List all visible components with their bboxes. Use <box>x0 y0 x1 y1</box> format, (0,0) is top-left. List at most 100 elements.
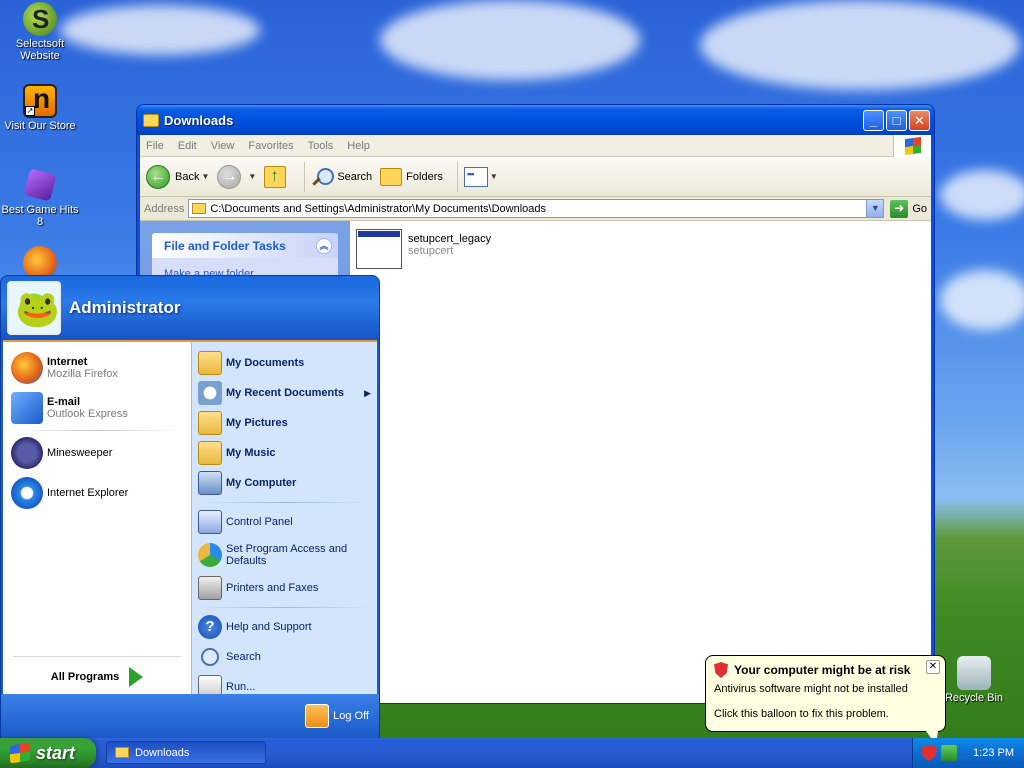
my-computer-label: My Computer <box>226 477 297 489</box>
address-bar: Address C:\Documents and Settings\Admini… <box>140 197 931 221</box>
maximize-button[interactable]: □ <box>886 109 907 131</box>
my-music[interactable]: My Music <box>192 438 377 468</box>
taskbar-button-downloads[interactable]: Downloads <box>106 741 266 764</box>
security-balloon[interactable]: Your computer might be at risk ✕ Antivir… <box>705 655 946 745</box>
log-off-button[interactable]: Log Off <box>305 704 369 728</box>
pinned-primary-label: E-mail <box>47 396 81 408</box>
menu-file[interactable]: File <box>146 140 164 152</box>
control-panel[interactable]: Control Panel <box>192 507 377 537</box>
folders-icon <box>380 167 403 186</box>
folders-button[interactable]: Folders <box>380 167 443 186</box>
file-folder-tasks-header[interactable]: File and Folder Tasks ︽ <box>152 233 338 258</box>
desktop-icon-label: Selectsoft Website <box>15 38 65 62</box>
control-panel-label: Control Panel <box>226 516 293 528</box>
address-input[interactable]: C:\Documents and Settings\Administrator\… <box>188 199 885 218</box>
pinned-secondary-label: Outlook Express <box>47 408 128 420</box>
firefox-icon <box>11 352 43 384</box>
pinned-secondary-label: Mozilla Firefox <box>47 368 118 380</box>
windows-logo-icon <box>10 742 30 764</box>
search-icon <box>201 648 219 666</box>
desktop-icon-recycle-bin[interactable]: Recycle Bin <box>934 656 1014 704</box>
back-button[interactable]: ← Back ▼ <box>146 164 209 189</box>
folder-up-icon <box>264 165 287 188</box>
my-pictures[interactable]: My Pictures <box>192 408 377 438</box>
folder-icon <box>143 113 159 127</box>
my-pictures-label: My Pictures <box>226 417 288 429</box>
network-icon[interactable] <box>941 745 957 761</box>
file-item[interactable]: setupcert_legacy setupcert <box>356 229 925 269</box>
chevron-up-icon[interactable]: ︽ <box>316 237 332 254</box>
search-label: Search <box>337 170 373 183</box>
recycle-bin-icon <box>957 656 991 690</box>
game-dice-icon <box>23 168 57 202</box>
folder-icon <box>115 747 129 758</box>
views-button[interactable]: ▼ <box>463 166 498 187</box>
up-button[interactable] <box>264 165 290 188</box>
menu-edit[interactable]: Edit <box>178 140 197 152</box>
menu-tools[interactable]: Tools <box>308 140 334 152</box>
my-music-icon <box>198 441 222 465</box>
desktop-icon-games[interactable]: Best Game Hits 8 <box>0 168 80 228</box>
balloon-title: Your computer might be at risk <box>734 663 911 677</box>
recent-label: Minesweeper <box>47 447 113 459</box>
balloon-action-text: Click this balloon to fix this problem. <box>714 708 889 720</box>
start-label: start <box>36 742 76 763</box>
my-recent-documents[interactable]: My Recent Documents ▶ <box>192 378 377 408</box>
key-icon <box>305 704 330 728</box>
recent-minesweeper[interactable]: Minesweeper <box>3 433 191 473</box>
outlook-express-icon <box>11 392 43 424</box>
pinned-primary-label: Internet <box>47 356 88 368</box>
store-icon: ↗ <box>23 83 57 118</box>
go-label: Go <box>912 202 927 215</box>
window-titlebar[interactable]: Downloads _ □ ✕ <box>137 105 934 135</box>
all-programs-button[interactable]: All Programs <box>13 656 181 696</box>
toolbar: ← Back ▼ → ▼ Search Folders <box>140 157 931 197</box>
back-arrow-icon: ← <box>146 164 170 189</box>
balloon-message: Antivirus software might not be installe… <box>714 683 908 695</box>
security-alert-icon[interactable] <box>921 745 937 761</box>
toolbar-divider <box>456 161 458 192</box>
pinned-email[interactable]: E-mail Outlook Express <box>3 388 191 428</box>
help-support[interactable]: ? Help and Support <box>192 612 377 642</box>
taskbar: start Downloads 1:23 PM <box>0 738 1024 768</box>
forward-button[interactable]: → ▼ <box>217 164 256 189</box>
folders-label: Folders <box>406 170 443 183</box>
file-name: setupcert_legacy <box>408 233 492 245</box>
printers-faxes-label: Printers and Faxes <box>226 582 319 594</box>
go-button[interactable]: ➜ Go <box>890 199 927 218</box>
program-access-icon <box>198 543 222 567</box>
menu-help[interactable]: Help <box>347 140 370 152</box>
printers-faxes[interactable]: Printers and Faxes <box>192 573 377 603</box>
minimize-button[interactable]: _ <box>863 109 884 131</box>
address-dropdown-button[interactable]: ▼ <box>866 200 884 217</box>
search-button[interactable]: Search <box>311 166 372 188</box>
desktop-icon-store[interactable]: ↗ Visit Our Store <box>0 83 80 132</box>
search-menu-item[interactable]: Search <box>192 642 377 672</box>
menu-view[interactable]: View <box>211 140 235 152</box>
search-icon <box>311 166 335 188</box>
my-pictures-icon <box>198 411 222 435</box>
balloon-close-button[interactable]: ✕ <box>926 660 940 674</box>
toolbar-divider <box>304 161 306 192</box>
user-avatar[interactable] <box>7 281 61 335</box>
clock[interactable]: 1:23 PM <box>973 747 1014 759</box>
task-pane-title: File and Folder Tasks <box>164 238 286 253</box>
dropdown-arrow-icon: ▼ <box>489 172 498 181</box>
recent-internet-explorer[interactable]: Internet Explorer <box>3 473 191 513</box>
go-arrow-icon: ➜ <box>890 199 909 218</box>
close-button[interactable]: ✕ <box>909 109 930 131</box>
menu-favorites[interactable]: Favorites <box>248 140 293 152</box>
user-name: Administrator <box>69 298 181 317</box>
start-menu-right-pane: My Documents My Recent Documents ▶ My Pi… <box>191 342 377 699</box>
my-computer[interactable]: My Computer <box>192 468 377 498</box>
my-documents-label: My Documents <box>226 357 305 369</box>
start-button[interactable]: start <box>0 738 96 768</box>
start-menu-footer: Log Off <box>1 694 379 738</box>
pinned-internet[interactable]: Internet Mozilla Firefox <box>3 348 191 388</box>
my-documents[interactable]: My Documents <box>192 348 377 378</box>
set-program-access[interactable]: Set Program Access and Defaults <box>192 537 377 573</box>
my-recent-documents-label: My Recent Documents <box>226 387 344 399</box>
desktop-icon-selectsoft[interactable]: Selectsoft Website <box>0 2 80 62</box>
recent-documents-icon <box>198 381 222 405</box>
desktop-icon-label: Visit Our Store <box>4 120 76 132</box>
